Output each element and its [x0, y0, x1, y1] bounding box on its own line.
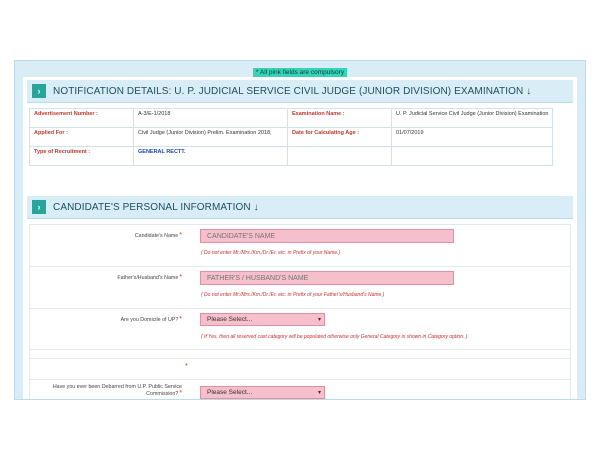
domicile-hint: ( If Yes, then all reserved cast categor…: [201, 334, 468, 340]
notification-section-header[interactable]: › NOTIFICATION DETAILS: U. P. JUDICIAL S…: [27, 80, 573, 103]
personal-section-title: CANDIDATE'S PERSONAL INFORMATION ↓: [53, 201, 259, 213]
table-row: Type of Recruitment : GENERAL RECTT.: [29, 146, 554, 166]
father-name-label: Father's/Husband's Name*: [32, 274, 182, 281]
required-asterisk: *: [179, 316, 182, 323]
chevron-right-icon[interactable]: ›: [32, 200, 46, 214]
required-only-row: *: [29, 359, 571, 380]
date-age-value: 01/07/2019: [390, 127, 554, 147]
caret-down-icon: ▾: [317, 317, 321, 323]
debarred-select[interactable]: Please Select... ▾: [200, 386, 325, 399]
recruitment-type-value: GENERAL RECTT.: [133, 146, 288, 166]
chevron-right-icon[interactable]: ›: [32, 84, 46, 98]
personal-info-form: Candidate's Name* ( Do not enter Mr./Mrs…: [29, 224, 571, 399]
domicile-label: Are you Domicile of UP?*: [32, 316, 182, 323]
recruitment-type-label: Type of Recruitment :: [29, 146, 134, 166]
advertisement-number-value: A-3/E-1/2018: [133, 108, 288, 128]
personal-section-header[interactable]: › CANDIDATE'S PERSONAL INFORMATION ↓: [27, 196, 573, 219]
advertisement-number-label: Advertisement Number :: [29, 108, 134, 128]
father-name-hint: ( Do not enter Mr./Mrs./Km./Dr./Er. etc.…: [201, 292, 385, 298]
required-asterisk: *: [179, 274, 182, 281]
father-name-label-text: Father's/Husband's Name: [117, 275, 179, 281]
domicile-select[interactable]: Please Select... ▾: [200, 313, 325, 326]
table-row: Applied For : Civil Judge (Junior Divisi…: [29, 127, 554, 147]
debarred-label-text: Have you ever been Debarred from U.P. Pu…: [52, 384, 182, 397]
required-asterisk: *: [179, 390, 182, 397]
date-age-label: Date for Calculating Age :: [287, 127, 392, 147]
candidate-name-input[interactable]: [200, 229, 454, 243]
domicile-row: Are you Domicile of UP?* Please Select..…: [29, 309, 571, 350]
applied-for-value: Civil Judge (Junior Division) Prelim. Ex…: [133, 127, 288, 147]
notice-bar: * All pink fields are compulsory: [15, 61, 585, 77]
application-form-panel: * All pink fields are compulsory › NOTIF…: [14, 60, 586, 400]
debarred-select-value: Please Select...: [207, 389, 253, 396]
debarred-row: Have you ever been Debarred from U.P. Pu…: [29, 380, 571, 399]
examination-name-label: Examination Name :: [287, 108, 392, 128]
spacer-row: [29, 350, 571, 359]
domicile-select-value: Please Select...: [207, 316, 253, 323]
father-name-input[interactable]: [200, 271, 454, 285]
examination-name-value: U. P. Judicial Service Civil Judge (Juni…: [390, 108, 554, 128]
candidate-name-label: Candidate's Name*: [32, 232, 182, 239]
table-row: Advertisement Number : A-3/E-1/2018 Exam…: [29, 108, 554, 128]
father-name-row: Father's/Husband's Name* ( Do not enter …: [29, 267, 571, 309]
candidate-name-row: Candidate's Name* ( Do not enter Mr./Mrs…: [29, 224, 571, 267]
notification-section-title: NOTIFICATION DETAILS: U. P. JUDICIAL SER…: [53, 85, 532, 97]
compulsory-notice: * All pink fields are compulsory: [252, 68, 348, 77]
candidate-name-label-text: Candidate's Name: [134, 233, 179, 239]
debarred-label: Have you ever been Debarred from U.P. Pu…: [32, 384, 182, 397]
empty-cell: [287, 146, 392, 166]
candidate-name-hint: ( Do not enter Mr./Mrs./Km./Dr./Er. etc.…: [201, 250, 341, 256]
required-asterisk: *: [179, 232, 182, 239]
required-asterisk: *: [185, 363, 188, 370]
form-content: › NOTIFICATION DETAILS: U. P. JUDICIAL S…: [23, 77, 577, 399]
notification-details-table: Advertisement Number : A-3/E-1/2018 Exam…: [29, 108, 554, 166]
empty-cell: [390, 146, 554, 166]
domicile-label-text: Are you Domicile of UP?: [120, 317, 179, 323]
applied-for-label: Applied For :: [29, 127, 134, 147]
caret-down-icon: ▾: [317, 390, 321, 396]
